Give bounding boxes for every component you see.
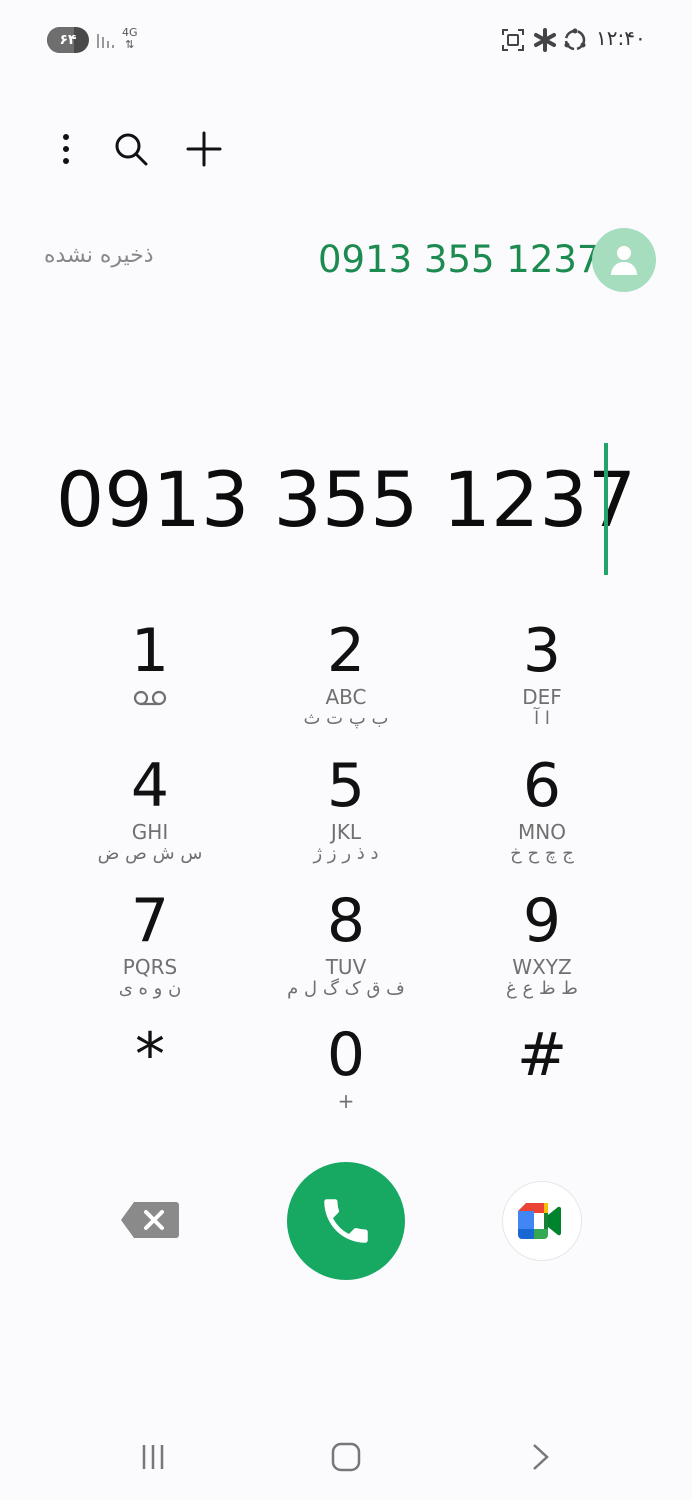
key-5[interactable]: 5 JKL د ذ ر ز ژ (271, 753, 421, 885)
key-3[interactable]: 3 DEF ا آ (467, 618, 617, 750)
more-options-button[interactable] (42, 125, 90, 173)
dialed-number-display[interactable]: 0913 355 1237 (0, 452, 692, 548)
key-8[interactable]: 8 TUV ف ق ک گ ل م (271, 888, 421, 1020)
key-2[interactable]: 2 ABC ب پ ت ث (271, 618, 421, 750)
key-digit: 6 (522, 751, 562, 821)
key-digit: 1 (130, 616, 170, 686)
person-icon (611, 246, 637, 275)
google-meet-icon (518, 1203, 561, 1239)
key-letters: TUV (325, 955, 367, 979)
key-persian-letters: ن و ه ی (118, 978, 182, 999)
key-letters: WXYZ (512, 955, 572, 979)
key-persian-letters: د ذ ر ز ژ (313, 843, 379, 864)
key-persian-letters: ج چ ح خ (510, 843, 574, 864)
text-cursor (604, 443, 608, 575)
key-digit: 8 (326, 886, 366, 956)
key-persian-letters: ب پ ت ث (303, 708, 389, 729)
key-6[interactable]: 6 MNO ج چ ح خ (467, 753, 617, 885)
key-1[interactable]: 1 (75, 618, 225, 750)
key-persian-letters: ف ق ک گ ل م (287, 978, 405, 999)
key-0[interactable]: 0 + (271, 1022, 421, 1154)
phone-icon (324, 1199, 368, 1243)
matched-number[interactable]: 0913 355 1237 (318, 238, 600, 281)
key-letters: PQRS (122, 955, 178, 979)
battery-indicator: ۶۴ (47, 27, 89, 53)
key-digit: 3 (522, 616, 562, 686)
back-button[interactable] (515, 1432, 565, 1482)
key-star[interactable]: * (75, 1022, 225, 1154)
search-icon (115, 133, 148, 166)
unsaved-label: ذخیره نشده (44, 243, 154, 268)
key-digit: 2 (326, 616, 366, 686)
call-button[interactable] (287, 1162, 405, 1280)
add-icon (186, 131, 222, 167)
key-9[interactable]: 9 WXYZ ط ظ ع غ (467, 888, 617, 1020)
home-icon (331, 1442, 361, 1472)
key-persian-letters: ا آ (534, 708, 550, 729)
asterisk-icon (534, 28, 556, 52)
key-digit: 5 (326, 751, 366, 821)
home-button[interactable] (321, 1432, 371, 1482)
key-letters: GHI (131, 820, 169, 844)
data-arrows-icon: ⇅ (125, 38, 135, 51)
key-letters: + (337, 1089, 355, 1113)
backspace-button[interactable] (120, 1200, 180, 1240)
battery-percentage: ۶۴ (59, 32, 77, 48)
more-vert-icon (63, 134, 69, 164)
key-letters: DEF (522, 685, 562, 709)
key-4[interactable]: 4 GHI س ش ص ض (75, 753, 225, 885)
network-type: 4G ⇅ (122, 27, 138, 51)
key-letters: MNO (518, 820, 566, 844)
key-persian-letters: ط ظ ع غ (506, 978, 578, 999)
status-clock: ۱۲:۴۰ (596, 26, 646, 50)
key-digit: 4 (130, 751, 170, 821)
key-letters: JKL (330, 820, 362, 844)
key-digit: 7 (130, 886, 170, 956)
voicemail-icon (133, 690, 167, 706)
chevron-right-icon (533, 1444, 549, 1470)
recents-icon (142, 1445, 164, 1469)
video-call-button[interactable] (502, 1181, 582, 1261)
search-button[interactable] (107, 125, 155, 173)
key-digit: 9 (522, 886, 562, 956)
sync-icon (564, 28, 586, 51)
key-7[interactable]: 7 PQRS ن و ه ی (75, 888, 225, 1020)
recent-apps-button[interactable] (128, 1432, 178, 1482)
key-digit: # (516, 1020, 568, 1090)
screenshot-icon (502, 29, 524, 51)
key-letters: ABC (325, 685, 367, 709)
key-digit: 0 (326, 1020, 366, 1090)
avatar[interactable] (592, 228, 656, 292)
key-persian-letters: س ش ص ض (97, 843, 203, 864)
add-contact-button[interactable] (180, 125, 228, 173)
signal-strength-icon (97, 34, 114, 48)
key-hash[interactable]: # (467, 1022, 617, 1154)
key-digit: * (135, 1020, 165, 1090)
